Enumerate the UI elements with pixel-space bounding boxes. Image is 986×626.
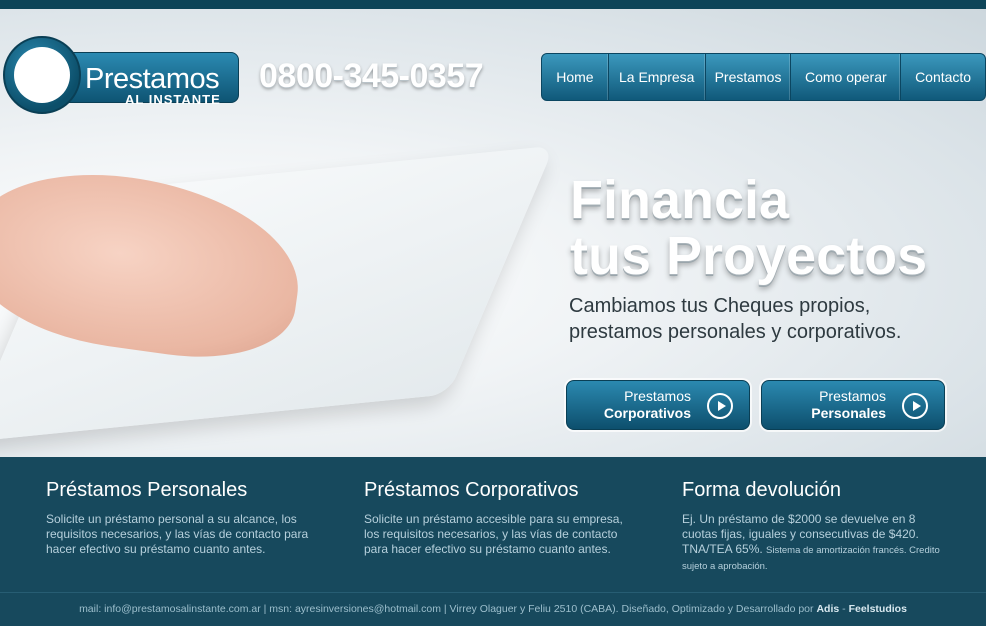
section-title[interactable]: Préstamos Personales: [46, 479, 316, 502]
play-circle-icon: [902, 393, 928, 419]
logo-emblem-icon: [3, 36, 81, 114]
nav-home[interactable]: Home: [542, 54, 609, 100]
section-title[interactable]: Forma devolución: [682, 479, 952, 502]
nav-prestamos[interactable]: Prestamos: [706, 54, 792, 100]
section-forma-devolucion: Forma devolución Ej. Un préstamo de $200…: [682, 479, 952, 574]
hero-headline: Financia tus Proyectos: [570, 170, 928, 286]
nav-como-operar[interactable]: Como operar: [791, 54, 902, 100]
info-section: Préstamos Personales Solicite un préstam…: [0, 457, 986, 592]
main-nav: Home La Empresa Prestamos Como operar Co…: [541, 53, 986, 101]
footer-contact-text: mail: info@prestamosalinstante.com.ar | …: [79, 603, 814, 615]
section-prestamos-corporativos: Préstamos Corporativos Solicite un prést…: [364, 479, 634, 557]
play-circle-icon: [707, 393, 733, 419]
cta-prestamos-personales-button[interactable]: Prestamos Personales: [761, 380, 945, 430]
section-title[interactable]: Préstamos Corporativos: [364, 479, 634, 502]
nav-contacto[interactable]: Contacto: [901, 54, 985, 100]
hero-banner: Prestamos AL INSTANTE 0800-345-0357 Home…: [0, 9, 986, 457]
footer-brand-adis[interactable]: Adis: [816, 603, 839, 615]
site-logo[interactable]: Prestamos AL INSTANTE: [3, 36, 239, 114]
section-text: Ej. Un préstamo de $2000 se devuelve en …: [682, 512, 940, 572]
cta-prestamos-corporativos-button[interactable]: Prestamos Corporativos: [566, 380, 750, 430]
logo-subtitle: AL INSTANTE: [125, 92, 221, 107]
nav-la-empresa[interactable]: La Empresa: [609, 54, 706, 100]
footer-brand-feelstudios[interactable]: Feelstudios: [849, 603, 907, 615]
section-prestamos-personales: Préstamos Personales Solicite un préstam…: [46, 479, 316, 557]
section-text: Solicite un préstamo personal a su alcan…: [46, 512, 309, 556]
section-text: Solicite un préstamo accesible para su e…: [364, 512, 623, 556]
top-strip: [0, 0, 986, 9]
phone-number: 0800-345-0357: [259, 57, 484, 95]
site-footer: mail: info@prestamosalinstante.com.ar | …: [0, 592, 986, 626]
hero-subheadline: Cambiamos tus Cheques propios, prestamos…: [569, 295, 902, 343]
